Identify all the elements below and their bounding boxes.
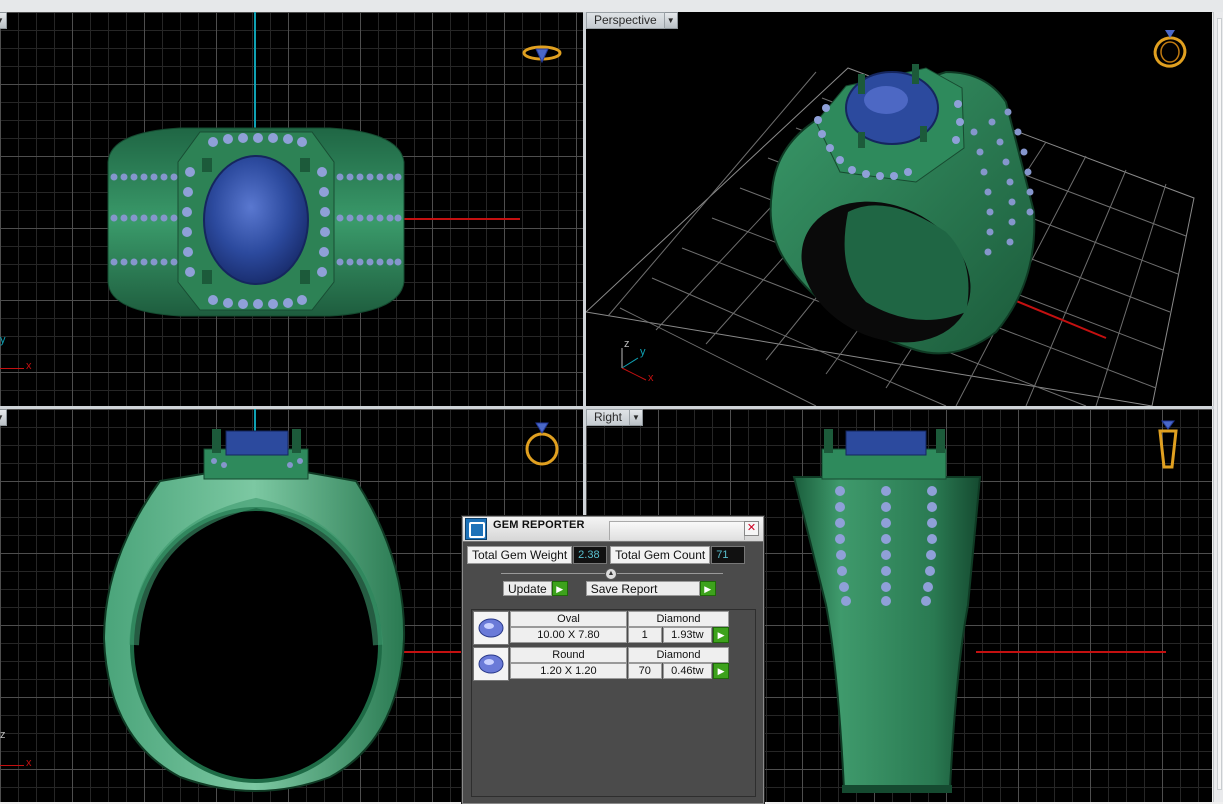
gem-weight: 1.93tw bbox=[662, 627, 713, 643]
mini-axis-y: y bbox=[640, 346, 646, 358]
splitter-knob-icon[interactable]: ▲ bbox=[605, 568, 617, 580]
gem-row[interactable]: Round Diamond 1.20 X 1.20 70 0.46tw ▶ bbox=[473, 647, 729, 681]
play-arrow-icon[interactable]: ▶ bbox=[713, 663, 729, 679]
gem-shape: Oval bbox=[510, 611, 627, 627]
view-cube-ring-icon[interactable] bbox=[520, 419, 564, 469]
gem-material: Diamond bbox=[627, 647, 729, 663]
mini-axis-z: z bbox=[0, 729, 6, 741]
mini-axis-x: x bbox=[26, 360, 32, 372]
gem-reporter-titlebar[interactable]: GEM REPORTER ✕ bbox=[463, 517, 763, 542]
gem-reporter-panel: GEM REPORTER ✕ Total Gem Weight 2.38 Tot… bbox=[462, 516, 764, 804]
viewport-top[interactable]: ▼ bbox=[0, 12, 583, 406]
total-gem-weight-value: 2.38 bbox=[573, 546, 608, 564]
play-arrow-icon[interactable]: ▶ bbox=[551, 581, 568, 596]
viewport-divider-horizontal[interactable] bbox=[0, 406, 1214, 409]
update-button-label: Update bbox=[503, 581, 552, 596]
mini-axis-y: y bbox=[0, 334, 6, 346]
titlebar-tab-area bbox=[609, 521, 745, 540]
gem-size: 1.20 X 1.20 bbox=[510, 663, 627, 679]
save-report-button-label: Save Report bbox=[585, 581, 700, 596]
view-cube-ring-side-icon[interactable] bbox=[1156, 419, 1180, 471]
mini-axis-z: z bbox=[624, 338, 630, 350]
gem-list: Oval Diamond 10.00 X 7.80 1 1.93tw ▶ Rou… bbox=[471, 609, 756, 797]
total-gem-count-label: Total Gem Count bbox=[610, 546, 711, 564]
mini-axis-x-line bbox=[0, 368, 24, 369]
view-cube-ring-icon[interactable] bbox=[520, 40, 564, 68]
panel-splitter[interactable]: ▲ bbox=[501, 568, 723, 580]
play-arrow-icon[interactable]: ▶ bbox=[699, 581, 716, 596]
mini-axis-x: x bbox=[26, 757, 32, 769]
ring-perspective-view bbox=[586, 64, 1195, 406]
mini-axis-x-line bbox=[0, 765, 24, 766]
mini-axis-x: x bbox=[648, 372, 654, 384]
save-report-button[interactable]: Save Report ▶ bbox=[585, 581, 716, 596]
total-gem-count-value: 71 bbox=[711, 546, 746, 564]
gem-reporter-logo-icon bbox=[465, 518, 487, 540]
close-icon[interactable]: ✕ bbox=[744, 521, 759, 536]
gem-size: 10.00 X 7.80 bbox=[510, 627, 627, 643]
view-cube-ring-icon[interactable] bbox=[1148, 26, 1192, 72]
play-arrow-icon[interactable]: ▶ bbox=[713, 627, 729, 643]
update-button[interactable]: Update ▶ bbox=[503, 581, 568, 596]
gem-count: 1 bbox=[627, 627, 662, 643]
gem-row[interactable]: Oval Diamond 10.00 X 7.80 1 1.93tw ▶ bbox=[473, 611, 729, 645]
viewport-perspective[interactable]: Perspective ▼ z y x bbox=[586, 12, 1212, 406]
total-gem-weight-label: Total Gem Weight bbox=[467, 546, 573, 564]
gem-weight: 0.46tw bbox=[662, 663, 713, 679]
gem-count: 70 bbox=[627, 663, 662, 679]
round-gem-icon bbox=[473, 647, 509, 681]
gem-shape: Round bbox=[510, 647, 627, 663]
ring-top-view bbox=[107, 127, 405, 317]
vertical-scrollbar[interactable] bbox=[1213, 12, 1223, 802]
oval-gem-icon bbox=[473, 611, 509, 645]
gem-reporter-title: GEM REPORTER bbox=[493, 519, 585, 531]
gem-material: Diamond bbox=[627, 611, 729, 627]
